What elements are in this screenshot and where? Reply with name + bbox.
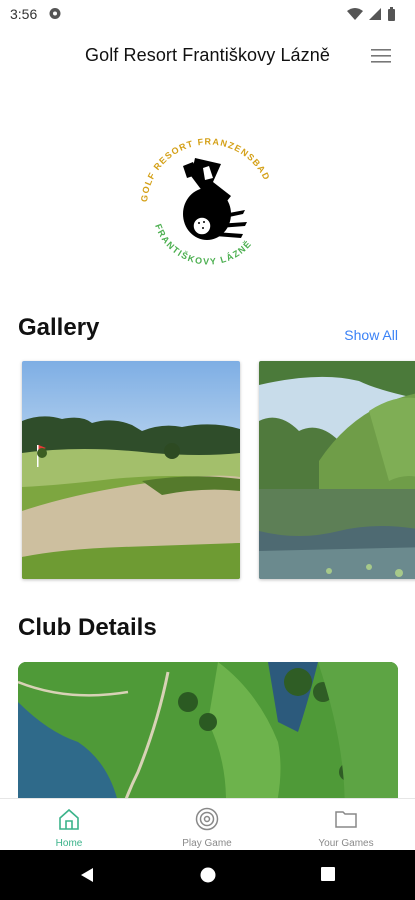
gallery-photo[interactable] bbox=[22, 361, 240, 579]
gallery-heading: Gallery bbox=[18, 314, 100, 341]
folder-icon bbox=[335, 811, 357, 828]
status-bar: 3:56 bbox=[0, 0, 415, 28]
nav-your-games-label: Your Games bbox=[318, 838, 374, 849]
signal-icon bbox=[369, 8, 381, 20]
bottom-navigation: Home Play Game Your Games bbox=[0, 798, 415, 850]
back-icon[interactable] bbox=[78, 866, 96, 884]
system-navigation-bar bbox=[0, 850, 415, 900]
hamburger-menu-icon[interactable] bbox=[371, 47, 393, 65]
home-circle-icon[interactable] bbox=[199, 866, 217, 884]
club-logo: GOLF RESORT FRANZENSBAD FRANTIŠKOVY LÁZN… bbox=[127, 124, 290, 287]
nav-home-label: Home bbox=[55, 838, 83, 849]
course-aerial-photo bbox=[18, 662, 398, 798]
page-title: Golf Resort Františkovy Lázně bbox=[85, 45, 330, 65]
target-icon bbox=[195, 807, 219, 831]
pond-photo bbox=[259, 361, 415, 579]
recents-icon[interactable] bbox=[320, 866, 336, 882]
wifi-icon bbox=[347, 8, 363, 20]
club-details-heading: Club Details bbox=[18, 614, 157, 641]
gallery-photo[interactable] bbox=[259, 361, 415, 579]
notification-icon bbox=[49, 8, 61, 19]
home-icon bbox=[59, 808, 79, 830]
nav-play-game-tab[interactable]: Play Game bbox=[138, 799, 276, 851]
status-icons bbox=[347, 7, 395, 21]
battery-icon bbox=[388, 7, 395, 21]
status-time: 3:56 bbox=[10, 6, 38, 22]
club-details-card[interactable] bbox=[18, 662, 398, 798]
nav-home-tab[interactable]: Home bbox=[0, 799, 138, 851]
logo-image: GOLF RESORT FRANZENSBAD FRANTIŠKOVY LÁZN… bbox=[128, 125, 289, 286]
show-all-link[interactable]: Show All bbox=[344, 327, 398, 343]
nav-play-game-label: Play Game bbox=[182, 838, 232, 849]
golf-course-photo bbox=[22, 361, 240, 579]
nav-your-games-tab[interactable]: Your Games bbox=[277, 799, 415, 851]
app-header: Golf Resort Františkovy Lázně bbox=[0, 28, 415, 84]
home-content[interactable]: GOLF RESORT FRANZENSBAD FRANTIŠKOVY LÁZN… bbox=[0, 84, 415, 798]
